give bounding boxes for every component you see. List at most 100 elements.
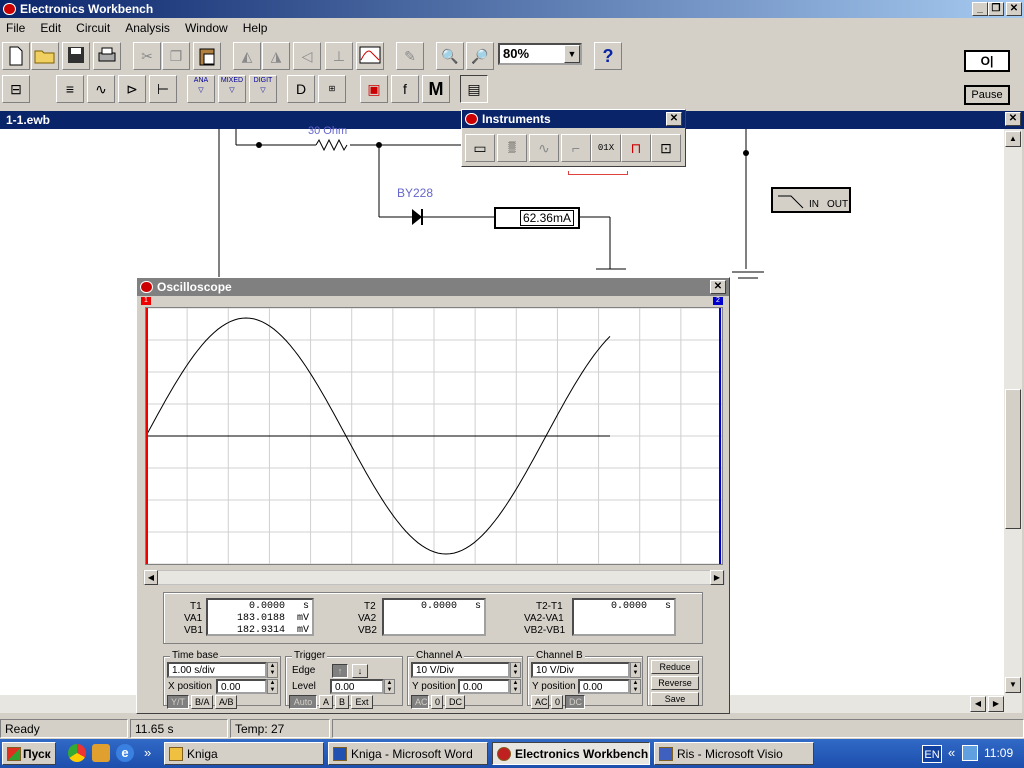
level-field[interactable]: 0.00 — [330, 679, 384, 694]
cursor-1-marker[interactable]: 1 — [141, 297, 151, 305]
trigger-a-button[interactable]: A — [319, 695, 333, 709]
diodes-bin-icon[interactable]: ⊳ — [118, 75, 146, 103]
channel-a-ypos-field[interactable]: 0.00 — [458, 679, 510, 694]
reverse-button[interactable]: Reverse — [651, 676, 699, 690]
oscilloscope-screen[interactable] — [145, 307, 723, 565]
timebase-spinner[interactable]: ▲ ▼ — [267, 662, 278, 678]
flip-horizontal-icon[interactable]: ◮ — [262, 42, 290, 70]
cut-icon[interactable]: ✂ — [133, 42, 161, 70]
xpos-spinner[interactable]: ▲ ▼ — [267, 679, 278, 694]
document-close-button[interactable]: ✕ — [1005, 112, 1021, 126]
instruments-bin-icon[interactable]: ▤ — [460, 75, 488, 103]
pause-button[interactable]: Pause — [964, 85, 1010, 105]
channel-b-ypos-field[interactable]: 0.00 — [578, 679, 630, 694]
scope-scroll-left-icon[interactable]: ◀ — [144, 570, 158, 585]
chevron-down-icon[interactable]: ▼ — [564, 45, 580, 63]
edge-rising-icon[interactable]: ↑ — [332, 664, 348, 678]
task-electronics-workbench[interactable]: Electronics Workbench — [492, 742, 650, 765]
print-icon[interactable] — [93, 42, 121, 70]
logic-analyzer-icon[interactable]: ⊓ — [621, 134, 651, 162]
vertical-scrollbar[interactable]: ▲ ▼ — [1004, 129, 1022, 695]
sources-bin-icon[interactable]: ≡ — [56, 75, 84, 103]
channel-a-ac-button[interactable]: AC — [411, 695, 429, 709]
open-folder-icon[interactable] — [31, 42, 59, 70]
channel-b-scale-field[interactable]: 10 V/Div — [531, 662, 630, 678]
channel-a-ypos-spinner[interactable]: ▲ ▼ — [510, 679, 521, 694]
copy-icon[interactable]: ❐ — [162, 42, 190, 70]
channel-b-ac-button[interactable]: AC — [531, 695, 549, 709]
menu-analysis[interactable]: Analysis — [119, 18, 176, 38]
logic-gates-bin-icon[interactable]: D — [287, 75, 315, 103]
channel-b-dc-button[interactable]: DC — [565, 695, 585, 709]
tray-expand-icon[interactable]: « — [948, 745, 955, 760]
level-spinner[interactable]: ▲ ▼ — [384, 679, 395, 694]
quicklaunch-more-icon[interactable]: » — [144, 745, 151, 760]
zoom-in-icon[interactable]: 🔎 — [466, 42, 494, 70]
task-visio[interactable]: Ris - Microsoft Visio — [654, 742, 814, 765]
scroll-down-icon[interactable]: ▼ — [1005, 677, 1021, 693]
menu-help[interactable]: Help — [237, 18, 274, 38]
save-disk-icon[interactable] — [62, 42, 90, 70]
network-icon[interactable] — [962, 745, 978, 761]
reduce-button[interactable]: Reduce — [651, 660, 699, 674]
analog-ic-bin-icon[interactable]: ANA ▽ — [187, 75, 215, 103]
controls-bin-icon[interactable]: f — [391, 75, 419, 103]
help-icon[interactable]: ? — [594, 42, 622, 70]
channel-b-ypos-spinner[interactable]: ▲ ▼ — [630, 679, 641, 694]
language-indicator[interactable]: EN — [922, 745, 942, 763]
digital-ic-bin-icon[interactable]: DIGIT ▽ — [249, 75, 277, 103]
bode-plotter-icon[interactable]: ⌐ — [561, 134, 591, 162]
trigger-auto-button[interactable]: Auto — [289, 695, 317, 709]
channel-a-zero-button[interactable]: 0 — [431, 695, 443, 709]
channel-a-dc-button[interactable]: DC — [445, 695, 465, 709]
digital-bin-icon[interactable]: ⊞ — [318, 75, 346, 103]
channel-b-scale-spinner[interactable]: ▲ ▼ — [630, 662, 641, 678]
function-generator-icon[interactable]: ▒ — [497, 134, 527, 162]
scope-scroll-right-icon[interactable]: ▶ — [710, 570, 724, 585]
edge-falling-icon[interactable]: ↓ — [352, 664, 368, 678]
subcircuit-icon[interactable]: ✎ — [396, 42, 424, 70]
channel-b-zero-button[interactable]: 0 — [551, 695, 563, 709]
scroll-right-icon[interactable]: ▶ — [988, 696, 1004, 712]
multimeter-icon[interactable]: ▭ — [465, 134, 495, 162]
scroll-left-icon[interactable]: ◀ — [970, 696, 986, 712]
menu-edit[interactable]: Edit — [34, 18, 67, 38]
maximize-button[interactable]: ❐ — [988, 2, 1004, 16]
xpos-field[interactable]: 0.00 — [216, 679, 267, 694]
save-button[interactable]: Save — [651, 692, 699, 706]
channel-a-scale-field[interactable]: 10 V/Div — [411, 662, 510, 678]
menu-file[interactable]: File — [0, 18, 31, 38]
oscilloscope-icon[interactable]: ∿ — [529, 134, 559, 162]
flip-vertical-icon[interactable]: ◁ — [293, 42, 321, 70]
menu-circuit[interactable]: Circuit — [70, 18, 116, 38]
zoom-select[interactable]: 80% ▼ — [498, 43, 582, 65]
menu-window[interactable]: Window — [179, 18, 234, 38]
close-button[interactable]: ✕ — [1006, 2, 1022, 16]
power-switch[interactable]: O| — [964, 50, 1010, 72]
start-button[interactable]: Пуск — [2, 742, 56, 765]
parts-bin-toggle-icon[interactable]: ⊟ — [2, 75, 30, 103]
chrome-icon[interactable] — [68, 744, 86, 762]
analysis-graph-icon[interactable] — [356, 42, 384, 70]
word-generator-icon[interactable]: 01X — [591, 134, 621, 162]
filter-block[interactable]: IN OUT — [771, 187, 851, 213]
ie-icon[interactable]: e — [116, 744, 134, 762]
zoom-out-icon[interactable]: 🔍 — [436, 42, 464, 70]
new-file-icon[interactable] — [2, 42, 30, 70]
trigger-b-button[interactable]: B — [335, 695, 349, 709]
mode-yt-button[interactable]: Y/T — [167, 695, 189, 709]
paste-icon[interactable] — [193, 42, 221, 70]
channel-a-scale-spinner[interactable]: ▲ ▼ — [510, 662, 521, 678]
vertical-scroll-thumb[interactable] — [1005, 389, 1021, 529]
trigger-ext-button[interactable]: Ext — [351, 695, 373, 709]
logic-converter-icon[interactable]: ⊡ — [651, 134, 681, 162]
transistors-bin-icon[interactable]: ⊢ — [149, 75, 177, 103]
task-kniga[interactable]: Kniga — [164, 742, 324, 765]
instruments-close-button[interactable]: ✕ — [666, 112, 682, 126]
quicklaunch-icon[interactable] — [92, 744, 110, 762]
mode-ba-button[interactable]: B/A — [191, 695, 213, 709]
oscilloscope-close-button[interactable]: ✕ — [710, 280, 726, 294]
minimize-button[interactable]: _ — [972, 2, 988, 16]
mode-ab-button[interactable]: A/B — [215, 695, 237, 709]
ammeter[interactable]: 62.36mA — [494, 207, 580, 229]
